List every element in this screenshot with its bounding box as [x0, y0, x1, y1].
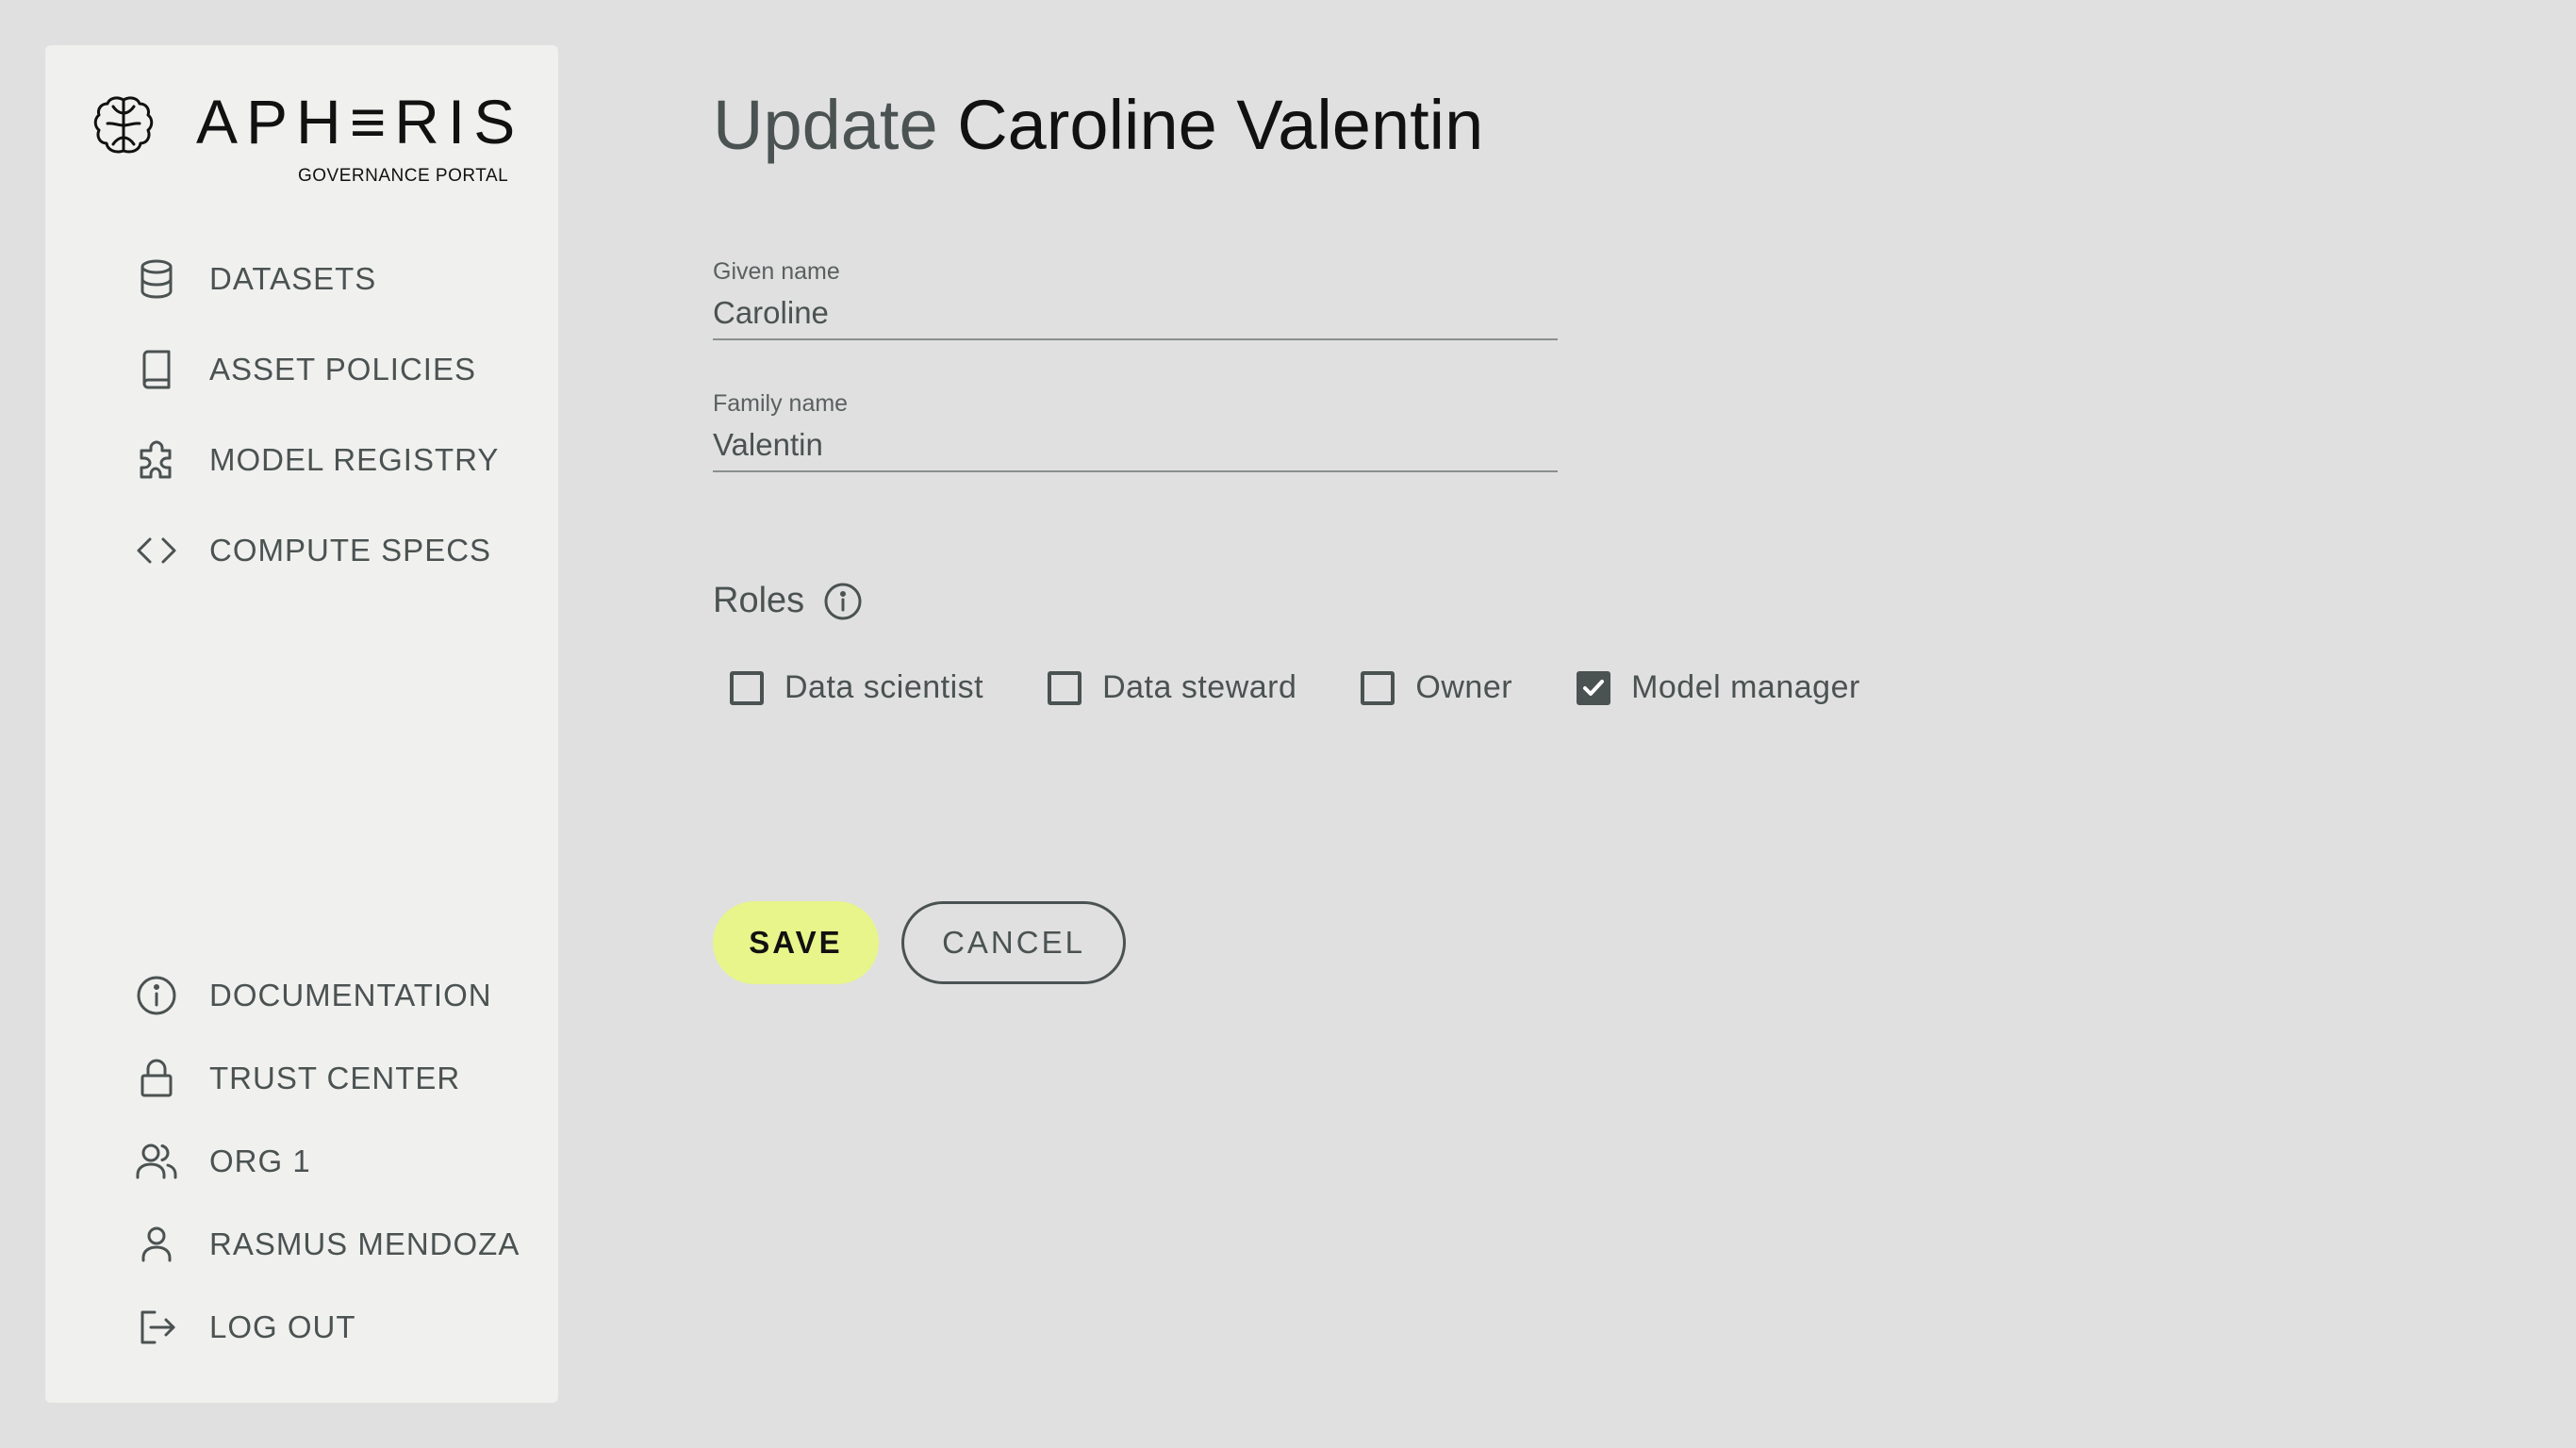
brain-icon — [93, 96, 154, 154]
role-data-steward[interactable]: Data steward — [1048, 669, 1296, 706]
sidebar-item-label: DOCUMENTATION — [209, 978, 492, 1012]
save-button[interactable]: SAVE — [713, 901, 879, 984]
sidebar-top-nav: DATASETS ASSET POLICIES MODEL REGISTRY C… — [45, 234, 558, 596]
sidebar-item-label: MODEL REGISTRY — [209, 442, 500, 477]
info-icon[interactable] — [823, 582, 863, 621]
owner-checkbox[interactable] — [1361, 670, 1395, 705]
sidebar-item-documentation[interactable]: DOCUMENTATION — [45, 954, 558, 1037]
roles-group: Data scientist Data steward Owner Model … — [730, 669, 1924, 706]
sidebar-item-asset-policies[interactable]: ASSET POLICIES — [45, 324, 558, 415]
family-name-label: Family name — [713, 390, 849, 417]
sidebar-item-label: COMPUTE SPECS — [209, 533, 492, 568]
data-scientist-checkbox[interactable] — [730, 670, 764, 705]
sidebar-bottom-nav: DOCUMENTATION TRUST CENTER ORG 1 RASMUS … — [45, 954, 558, 1369]
role-owner[interactable]: Owner — [1361, 669, 1512, 706]
page-title-prefix: Update — [713, 86, 938, 164]
sidebar-item-trust-center[interactable]: TRUST CENTER — [45, 1037, 558, 1120]
given-name-field: Given name — [713, 258, 1558, 340]
role-model-manager[interactable]: Model manager — [1577, 669, 1860, 706]
role-label: Model manager — [1631, 669, 1860, 705]
family-name-input[interactable] — [713, 427, 1558, 470]
sidebar-item-label: RASMUS MENDOZA — [209, 1226, 520, 1261]
cancel-button[interactable]: CANCEL — [901, 901, 1126, 984]
code-icon — [134, 528, 179, 573]
sidebar-item-label: DATASETS — [209, 261, 377, 296]
roles-title: Roles — [713, 581, 805, 620]
given-name-input[interactable] — [713, 295, 1558, 338]
sidebar-item-label: TRUST CENTER — [209, 1061, 461, 1095]
database-icon — [134, 256, 179, 302]
sidebar-item-label: ORG 1 — [209, 1144, 311, 1178]
sidebar-item-label: ASSET POLICIES — [209, 352, 476, 387]
brand-name: APH≡RIS — [196, 87, 524, 156]
book-icon — [134, 347, 179, 392]
model-manager-checkbox[interactable] — [1577, 670, 1611, 705]
role-label: Data scientist — [784, 669, 984, 705]
sidebar-item-label: LOG OUT — [209, 1309, 356, 1344]
sidebar-item-org[interactable]: ORG 1 — [45, 1120, 558, 1203]
sidebar-item-compute-specs[interactable]: COMPUTE SPECS — [45, 505, 558, 596]
user-icon — [134, 1222, 179, 1267]
sidebar-item-datasets[interactable]: DATASETS — [45, 234, 558, 324]
roles-heading: Roles — [713, 581, 863, 621]
role-data-scientist[interactable]: Data scientist — [730, 669, 983, 706]
puzzle-icon — [134, 437, 179, 483]
data-steward-checkbox[interactable] — [1048, 670, 1082, 705]
sidebar-item-log-out[interactable]: LOG OUT — [45, 1286, 558, 1369]
role-label: Owner — [1415, 669, 1513, 705]
role-label: Data steward — [1102, 669, 1297, 705]
page-title: Update Caroline Valentin — [713, 90, 1483, 160]
lock-icon — [134, 1056, 179, 1101]
main-content: Update Caroline Valentin Given name Fami… — [713, 0, 2504, 1448]
family-name-field: Family name — [713, 390, 1558, 472]
users-icon — [134, 1139, 179, 1184]
sidebar-item-model-registry[interactable]: MODEL REGISTRY — [45, 415, 558, 505]
sidebar-item-user[interactable]: RASMUS MENDOZA — [45, 1203, 558, 1286]
logout-icon — [134, 1305, 179, 1350]
info-icon — [134, 973, 179, 1018]
brand-subtitle: GOVERNANCE PORTAL — [298, 166, 509, 186]
given-name-label: Given name — [713, 258, 840, 285]
page-title-name: Caroline Valentin — [957, 86, 1484, 164]
sidebar: APH≡RIS GOVERNANCE PORTAL DATASETS ASSET… — [45, 45, 558, 1403]
checkmark-icon — [1583, 679, 1605, 696]
